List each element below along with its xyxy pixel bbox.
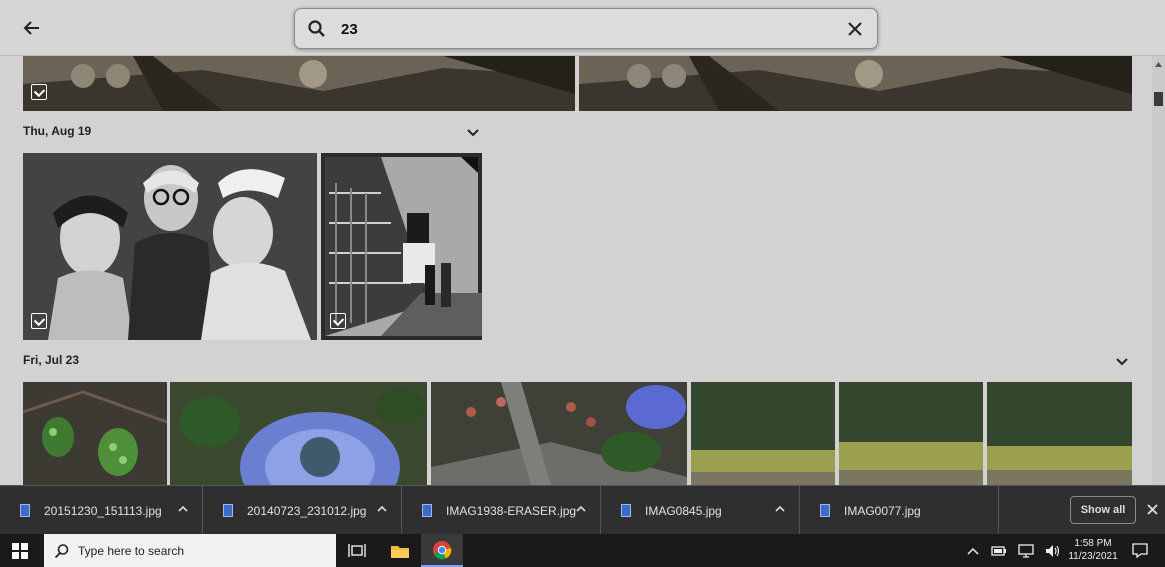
search-icon	[54, 544, 69, 559]
clock-date: 11/23/2021	[1068, 551, 1118, 562]
download-item[interactable]: 20151230_151113.jpg	[0, 486, 203, 535]
chevron-up-icon[interactable]	[576, 505, 586, 513]
download-filename: IMAG0077.jpg	[844, 503, 921, 518]
file-icon	[20, 504, 30, 517]
scrollbar-thumb[interactable]	[1154, 92, 1163, 106]
volume-tray-button[interactable]	[1042, 534, 1064, 567]
file-icon	[422, 504, 432, 517]
photo-thumbnail[interactable]	[170, 382, 427, 485]
downloads-shelf: 20151230_151113.jpg 20140723_231012.jpg …	[0, 485, 1165, 535]
download-badge-icon	[330, 313, 346, 329]
top-bar	[0, 0, 1165, 56]
taskbar-clock[interactable]: 1:58 PM 11/23/2021	[1064, 537, 1122, 563]
close-icon[interactable]	[1146, 503, 1159, 516]
photo-thumbnail[interactable]	[321, 153, 482, 340]
download-item[interactable]: IMAG0077.jpg	[800, 486, 999, 535]
download-filename: IMAG1938-ERASER.jpg	[446, 503, 577, 518]
chrome-button[interactable]	[421, 534, 463, 567]
clear-search-icon[interactable]	[845, 19, 865, 39]
network-icon	[1018, 543, 1034, 558]
photo-thumbnail[interactable]	[431, 382, 687, 485]
search-icon	[308, 20, 325, 37]
photo-thumbnail[interactable]	[839, 382, 983, 485]
photo-thumbnail[interactable]	[579, 56, 1132, 111]
windows-start-icon[interactable]	[12, 543, 28, 559]
tray-overflow-button[interactable]	[962, 534, 984, 567]
network-tray-button[interactable]	[1014, 534, 1038, 567]
download-filename: IMAG0845.jpg	[645, 503, 722, 518]
download-badge-icon	[31, 84, 47, 100]
download-filename: 20140723_231012.jpg	[247, 503, 367, 518]
photo-thumbnail[interactable]	[23, 56, 575, 111]
photos-app: Thu, Aug 19	[0, 0, 1165, 485]
show-all-button[interactable]: Show all	[1070, 496, 1136, 524]
download-item[interactable]: IMAG0845.jpg	[601, 486, 800, 535]
photo-grid: Thu, Aug 19 Fri, Jul 23	[0, 56, 1152, 485]
task-view-icon	[348, 543, 366, 557]
chevron-down-icon[interactable]	[466, 128, 480, 138]
photo-thumbnail[interactable]	[23, 153, 317, 340]
back-button[interactable]	[18, 14, 46, 42]
chevron-down-icon[interactable]	[1115, 357, 1129, 367]
chevron-up-icon[interactable]	[377, 505, 387, 513]
download-filename: 20151230_151113.jpg	[44, 503, 162, 518]
download-item[interactable]: 20140723_231012.jpg	[203, 486, 402, 535]
photo-thumbnail[interactable]	[691, 382, 835, 485]
file-icon	[621, 504, 631, 517]
file-icon	[820, 504, 830, 517]
file-icon	[223, 504, 233, 517]
volume-icon	[1046, 544, 1060, 557]
chevron-up-icon	[967, 547, 979, 555]
notification-icon	[1132, 543, 1148, 558]
notifications-button[interactable]	[1128, 534, 1152, 567]
taskbar-search-box[interactable]: Type here to search	[44, 534, 336, 567]
chevron-up-icon[interactable]	[178, 505, 188, 513]
folder-icon	[391, 545, 409, 558]
scrollbar[interactable]	[1152, 56, 1165, 485]
windows-taskbar: Type here to search 1:58 PM 11/23/2021	[0, 534, 1165, 567]
scroll-up-arrow-icon[interactable]	[1154, 60, 1163, 69]
section-date-label: Thu, Aug 19	[23, 124, 92, 138]
photo-thumbnail[interactable]	[23, 382, 167, 485]
search-input[interactable]	[341, 17, 821, 41]
task-view-button[interactable]	[336, 534, 378, 567]
chrome-icon	[433, 540, 452, 559]
download-badge-icon	[31, 313, 47, 329]
download-item[interactable]: IMAG1938-ERASER.jpg	[402, 486, 601, 535]
taskbar-search-placeholder: Type here to search	[78, 544, 185, 558]
clock-time: 1:58 PM	[1074, 538, 1112, 549]
battery-icon	[991, 545, 1006, 556]
file-explorer-button[interactable]	[379, 534, 421, 567]
back-arrow-icon	[23, 21, 39, 35]
battery-tray-button[interactable]	[988, 534, 1010, 567]
chevron-up-icon[interactable]	[775, 505, 785, 513]
section-date-label: Fri, Jul 23	[23, 353, 80, 367]
photo-thumbnail[interactable]	[987, 382, 1132, 485]
search-box	[294, 8, 878, 49]
